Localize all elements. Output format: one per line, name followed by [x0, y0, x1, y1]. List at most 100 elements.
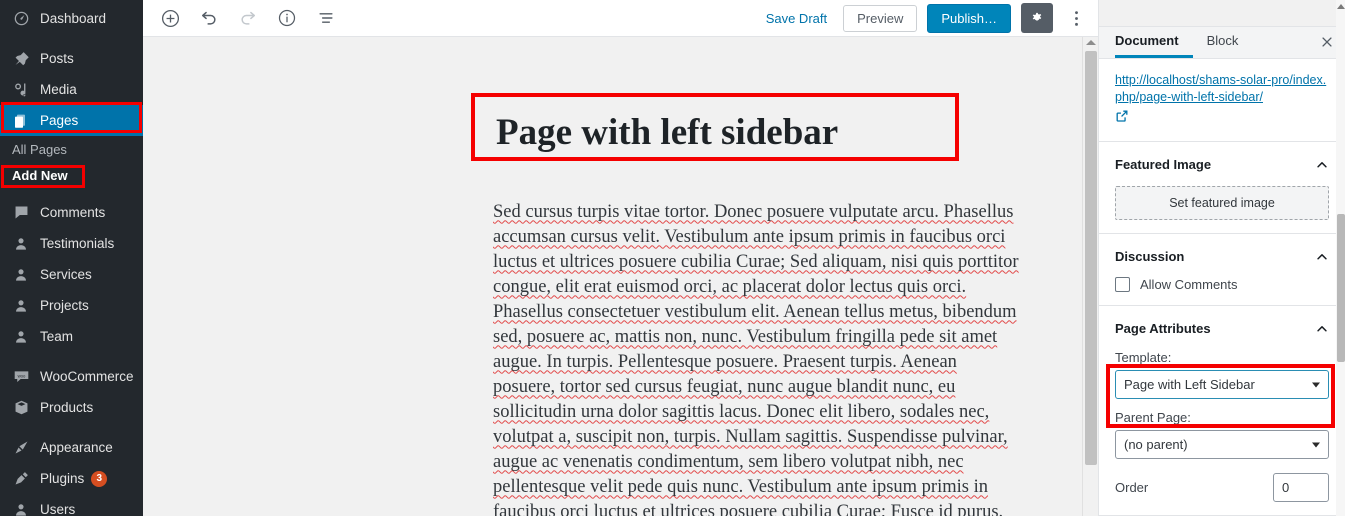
list-view-icon[interactable] [311, 3, 341, 33]
plus-circle-icon[interactable] [155, 3, 185, 33]
template-selected-value: Page with Left Sidebar [1124, 377, 1255, 392]
sidebar-subitem-label: All Pages [12, 141, 67, 157]
settings-sidebar: Document Block http://localhost/shams-so… [1098, 0, 1345, 516]
sidebar-item-users[interactable]: Users [0, 494, 143, 516]
chevron-up-icon[interactable] [1315, 250, 1329, 264]
user-icon [11, 296, 31, 316]
chevron-down-icon [1312, 442, 1320, 447]
allow-comments-row[interactable]: Allow Comments [1115, 277, 1329, 292]
editor-toolbar: Save Draft Preview Publish… [143, 0, 1098, 37]
sidebar-item-dashboard[interactable]: Dashboard [0, 3, 143, 34]
scroll-up-arrow-icon[interactable] [1337, 4, 1345, 9]
menu-separator [0, 34, 143, 43]
tab-block[interactable]: Block [1207, 27, 1253, 58]
sidebar-item-label: Media [40, 82, 77, 97]
sidebar-item-label: Comments [40, 205, 106, 220]
editor-canvas: Page with left sidebar Sed cursus turpis… [143, 37, 1098, 516]
sidebar-item-appearance[interactable]: Appearance [0, 432, 143, 463]
allow-comments-checkbox[interactable] [1115, 277, 1130, 292]
sidebar-item-pages[interactable]: Pages [0, 105, 143, 136]
ellipsis-vertical-icon[interactable] [1063, 3, 1089, 33]
editor-scrollbar-thumb[interactable] [1085, 51, 1097, 465]
permalink-panel: http://localhost/shams-solar-pro/index.p… [1099, 59, 1345, 142]
settings-scrollbar[interactable] [1336, 0, 1345, 516]
user-icon [11, 327, 31, 347]
tab-label: Document [1115, 33, 1179, 49]
discussion-header[interactable]: Discussion [1115, 247, 1329, 266]
sidebar-item-plugins[interactable]: Plugins 3 [0, 463, 143, 494]
pages-icon [11, 111, 31, 131]
set-featured-image-button[interactable]: Set featured image [1115, 186, 1329, 220]
gear-icon[interactable] [1021, 3, 1053, 33]
parent-page-selected-value: (no parent) [1124, 437, 1188, 452]
menu-separator [0, 423, 143, 432]
sidebar-item-label: Appearance [40, 440, 113, 455]
external-link-icon[interactable] [1115, 109, 1129, 128]
sidebar-subitem-label: Add New [12, 167, 68, 183]
sidebar-subitem-add-new[interactable]: Add New [0, 162, 143, 188]
sidebar-item-label: Testimonials [40, 236, 115, 251]
panel-title: Page Attributes [1115, 321, 1211, 336]
chevron-up-icon[interactable] [1315, 158, 1329, 172]
dashboard-icon [11, 9, 31, 29]
post-body-paragraph[interactable]: Sed cursus turpis vitae tortor. Donec po… [493, 200, 1021, 516]
toolbar-right-group: Save Draft Preview Publish… [760, 3, 1089, 33]
user-icon [11, 234, 31, 254]
save-draft-button[interactable]: Save Draft [760, 7, 833, 30]
template-select[interactable]: Page with Left Sidebar [1115, 370, 1329, 399]
sidebar-subitem-all-pages[interactable]: All Pages [0, 136, 143, 162]
page-title[interactable]: Page with left sidebar [471, 93, 959, 173]
scroll-up-arrow-icon[interactable] [1086, 40, 1096, 45]
panel-title: Discussion [1115, 249, 1185, 264]
sidebar-item-label: Products [40, 400, 94, 415]
sidebar-item-media[interactable]: Media [0, 74, 143, 105]
undo-icon[interactable] [194, 3, 224, 33]
admin-sidebar-menu: Dashboard Posts Media Pages All Pages Ad… [0, 0, 143, 516]
order-field: Order [1115, 473, 1329, 502]
featured-image-header[interactable]: Featured Image [1115, 155, 1329, 174]
sidebar-item-label: Users [40, 502, 76, 516]
settings-scrollbar-thumb[interactable] [1337, 214, 1345, 362]
info-circle-icon[interactable] [272, 3, 302, 33]
pin-icon [11, 49, 31, 69]
allow-comments-label: Allow Comments [1140, 277, 1238, 292]
toolbar-left-group [155, 3, 341, 33]
sidebar-item-label: Pages [40, 113, 79, 128]
sidebar-item-testimonials[interactable]: Testimonials [0, 228, 143, 259]
page-attributes-panel: Page Attributes Template: Page with Left… [1099, 306, 1345, 516]
publish-button[interactable]: Publish… [927, 3, 1011, 33]
sidebar-item-woocommerce[interactable]: woo WooCommerce [0, 361, 143, 392]
sidebar-item-services[interactable]: Services [0, 259, 143, 290]
parent-page-select[interactable]: (no parent) [1115, 430, 1329, 459]
sidebar-item-label: Services [40, 267, 92, 282]
sidebar-item-team[interactable]: Team [0, 321, 143, 352]
sidebar-item-comments[interactable]: Comments [0, 197, 143, 228]
box-icon [11, 398, 31, 418]
user-icon [11, 265, 31, 285]
sidebar-item-label: Plugins [40, 471, 85, 486]
editor-scrollbar[interactable] [1082, 37, 1098, 516]
plug-icon [11, 469, 31, 489]
parent-page-label: Parent Page: [1115, 410, 1191, 425]
order-input[interactable] [1273, 473, 1329, 502]
chevron-up-icon[interactable] [1315, 322, 1329, 336]
sidebar-item-projects[interactable]: Projects [0, 290, 143, 321]
post-title-wrap: Page with left sidebar [471, 93, 959, 173]
brush-icon [11, 438, 31, 458]
tab-document[interactable]: Document [1115, 27, 1193, 58]
template-label: Template: [1115, 350, 1172, 365]
sidebar-item-products[interactable]: Products [0, 392, 143, 423]
post-content-area: Page with left sidebar Sed cursus turpis… [143, 37, 1098, 516]
settings-tab-bar: Document Block [1099, 26, 1345, 59]
preview-button[interactable]: Preview [843, 4, 918, 32]
chevron-down-icon [1312, 382, 1320, 387]
menu-separator [0, 352, 143, 361]
plugins-update-badge: 3 [91, 470, 108, 487]
menu-separator [0, 188, 143, 197]
parent-page-field: Parent Page: (no parent) [1115, 410, 1329, 459]
page-attributes-header[interactable]: Page Attributes [1115, 319, 1329, 338]
permalink-link[interactable]: http://localhost/shams-solar-pro/index.p… [1115, 72, 1329, 106]
tab-label: Block [1206, 33, 1239, 49]
sidebar-item-posts[interactable]: Posts [0, 43, 143, 74]
sidebar-item-label: WooCommerce [40, 369, 134, 384]
